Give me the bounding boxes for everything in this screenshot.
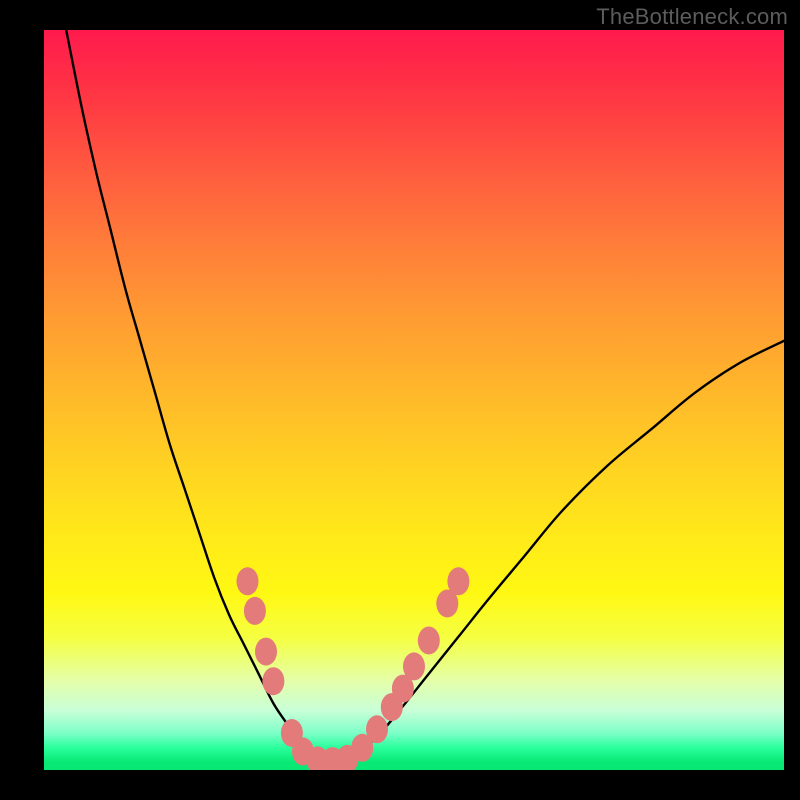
highlight-dot: [447, 567, 469, 595]
curve-layer: [44, 30, 784, 770]
highlight-dot: [366, 715, 388, 743]
highlight-dot: [255, 638, 277, 666]
chart-frame: TheBottleneck.com: [0, 0, 800, 800]
highlight-dot: [262, 667, 284, 695]
watermark-text: TheBottleneck.com: [596, 4, 788, 30]
highlight-dot: [418, 627, 440, 655]
highlight-dot: [244, 597, 266, 625]
highlight-dot: [237, 567, 259, 595]
highlight-dot: [403, 652, 425, 680]
highlight-dots: [237, 567, 470, 770]
gradient-plot-area: [44, 30, 784, 770]
